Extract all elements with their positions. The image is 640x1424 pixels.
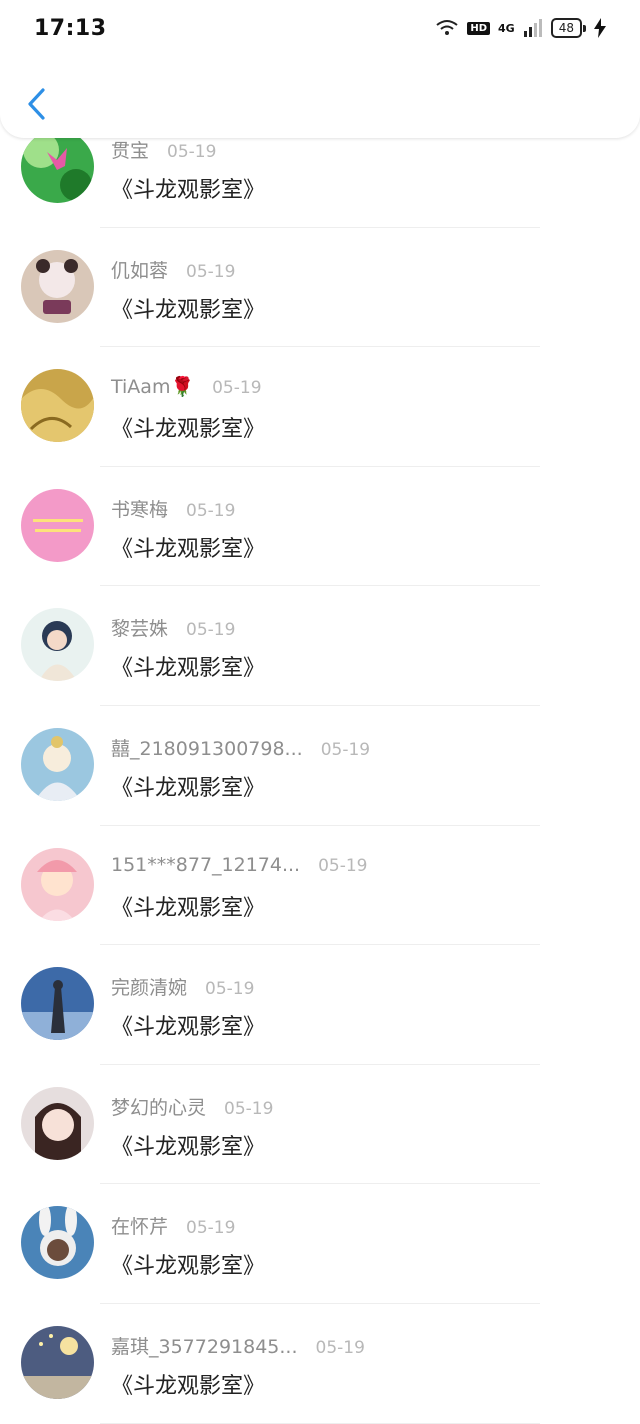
comment-meta: TiAam🌹 05-19 <box>111 375 540 398</box>
divider <box>100 1422 540 1424</box>
list-item[interactable]: 囍_218091300798... 05-19 《斗龙观影室》 <box>0 686 640 826</box>
avatar-image <box>21 1206 94 1280</box>
user-name[interactable]: 完颜清婉 <box>111 977 187 999</box>
comment-date: 05-19 <box>186 500 236 521</box>
list-item[interactable]: 151***877_12174... 05-19 《斗龙观影室》 <box>0 806 640 946</box>
avatar-image <box>21 967 94 1041</box>
battery-tip <box>583 24 586 32</box>
comment-meta: 嘉琪_3577291845... 05-19 <box>111 1332 540 1359</box>
user-name[interactable]: 梦幻的心灵 <box>111 1097 206 1119</box>
comment-date: 05-19 <box>318 855 368 876</box>
avatar-image <box>21 1086 94 1160</box>
user-name[interactable]: 151***877_12174... <box>111 854 300 876</box>
comment-date: 05-19 <box>224 1098 274 1119</box>
list-item[interactable]: 完颜清婉 05-19 《斗龙观影室》 <box>0 925 640 1065</box>
avatar[interactable] <box>21 1206 94 1280</box>
avatar[interactable] <box>21 1086 94 1160</box>
comment-text: 《斗龙观影室》 <box>111 895 266 921</box>
avatar[interactable] <box>21 847 94 921</box>
comment-text: 《斗龙观影室》 <box>111 1373 266 1399</box>
avatar[interactable] <box>21 130 94 203</box>
avatar-image <box>21 249 94 323</box>
comment-text: 《斗龙观影室》 <box>111 1254 266 1280</box>
list-item[interactable]: 嘉琪_3577291845... 05-19 《斗龙观影室》 <box>0 1284 640 1424</box>
battery-level: 48 <box>550 18 582 38</box>
avatar[interactable] <box>21 608 94 682</box>
comment-text: 《斗龙观影室》 <box>111 775 266 801</box>
comment-date: 05-19 <box>212 378 262 399</box>
avatar[interactable] <box>21 249 94 323</box>
avatar-image <box>21 369 94 443</box>
comment-meta: 黎芸姝 05-19 <box>111 614 540 641</box>
avatar-image <box>21 727 94 801</box>
comment-meta: 151***877_12174... 05-19 <box>111 854 540 876</box>
user-name[interactable]: 仉如蓉 <box>111 260 168 282</box>
comment-date: 05-19 <box>186 620 236 641</box>
comment-meta: 在怀芹 05-19 <box>111 1212 540 1239</box>
comment-text: 《斗龙观影室》 <box>111 417 266 443</box>
avatar-image <box>21 488 94 562</box>
list-item[interactable]: TiAam🌹 05-19 《斗龙观影室》 <box>0 327 640 467</box>
list-item[interactable]: 书寒梅 05-19 《斗龙观影室》 <box>0 447 640 587</box>
user-name[interactable]: 贯宝 <box>111 140 149 162</box>
list-item[interactable]: 梦幻的心灵 05-19 《斗龙观影室》 <box>0 1045 640 1185</box>
comment-date: 05-19 <box>315 1337 365 1358</box>
avatar-image <box>21 847 94 921</box>
signal-icon <box>523 19 542 37</box>
avatar[interactable] <box>21 1325 94 1399</box>
avatar[interactable] <box>21 369 94 443</box>
comment-date: 05-19 <box>186 261 236 282</box>
user-name[interactable]: 嘉琪_3577291845... <box>111 1336 298 1358</box>
user-name[interactable]: 黎芸姝 <box>111 618 168 640</box>
comment-text: 《斗龙观影室》 <box>111 1015 266 1041</box>
back-button[interactable] <box>16 84 56 124</box>
comment-date: 05-19 <box>205 979 255 1000</box>
comment-text: 《斗龙观影室》 <box>111 178 266 203</box>
avatar-image <box>21 130 94 203</box>
comment-meta: 完颜清婉 05-19 <box>111 973 540 1000</box>
comment-meta: 书寒梅 05-19 <box>111 495 540 522</box>
comment-list: 贯宝 05-19 《斗龙观影室》 仉如蓉 05-19 《斗龙观影室》 TiAam🌹 0… <box>0 88 640 1424</box>
comment-date: 05-19 <box>167 142 217 162</box>
avatar[interactable] <box>21 967 94 1041</box>
avatar[interactable] <box>21 488 94 562</box>
user-name[interactable]: 囍_218091300798... <box>111 738 303 760</box>
status-time: 17:13 <box>34 15 107 41</box>
chevron-left-icon <box>28 88 45 120</box>
status-bar: 17:13 HD 4G 48 <box>0 0 640 56</box>
charging-bolt-icon <box>594 18 606 38</box>
wifi-icon <box>436 20 458 35</box>
comment-date: 05-19 <box>320 739 371 760</box>
comment-text: 《斗龙观影室》 <box>111 1134 266 1160</box>
list-item[interactable]: 黎芸姝 05-19 《斗龙观影室》 <box>0 566 640 706</box>
comment-text: 《斗龙观影室》 <box>111 536 266 562</box>
comment-meta: 贯宝 05-19 <box>111 136 540 163</box>
list-item[interactable]: 仉如蓉 05-19 《斗龙观影室》 <box>0 208 640 348</box>
battery-indicator: 48 <box>550 18 586 38</box>
list-item[interactable]: 在怀芹 05-19 《斗龙观影室》 <box>0 1164 640 1304</box>
avatar-image <box>21 1325 94 1399</box>
avatar-image <box>21 608 94 682</box>
comment-meta: 梦幻的心灵 05-19 <box>111 1093 540 1120</box>
user-name[interactable]: TiAam🌹 <box>111 376 194 398</box>
comment-text: 《斗龙观影室》 <box>111 297 266 323</box>
status-icons: HD 4G 48 <box>435 18 606 38</box>
comment-meta: 囍_218091300798... 05-19 <box>111 734 540 761</box>
hd-badge: HD <box>467 21 491 35</box>
user-name[interactable]: 书寒梅 <box>111 499 168 521</box>
comment-meta: 仉如蓉 05-19 <box>111 256 540 283</box>
comment-text: 《斗龙观影室》 <box>111 656 266 682</box>
comment-date: 05-19 <box>186 1218 236 1239</box>
network-type: 4G <box>498 21 515 35</box>
avatar[interactable] <box>21 727 94 801</box>
user-name[interactable]: 在怀芹 <box>111 1216 168 1238</box>
